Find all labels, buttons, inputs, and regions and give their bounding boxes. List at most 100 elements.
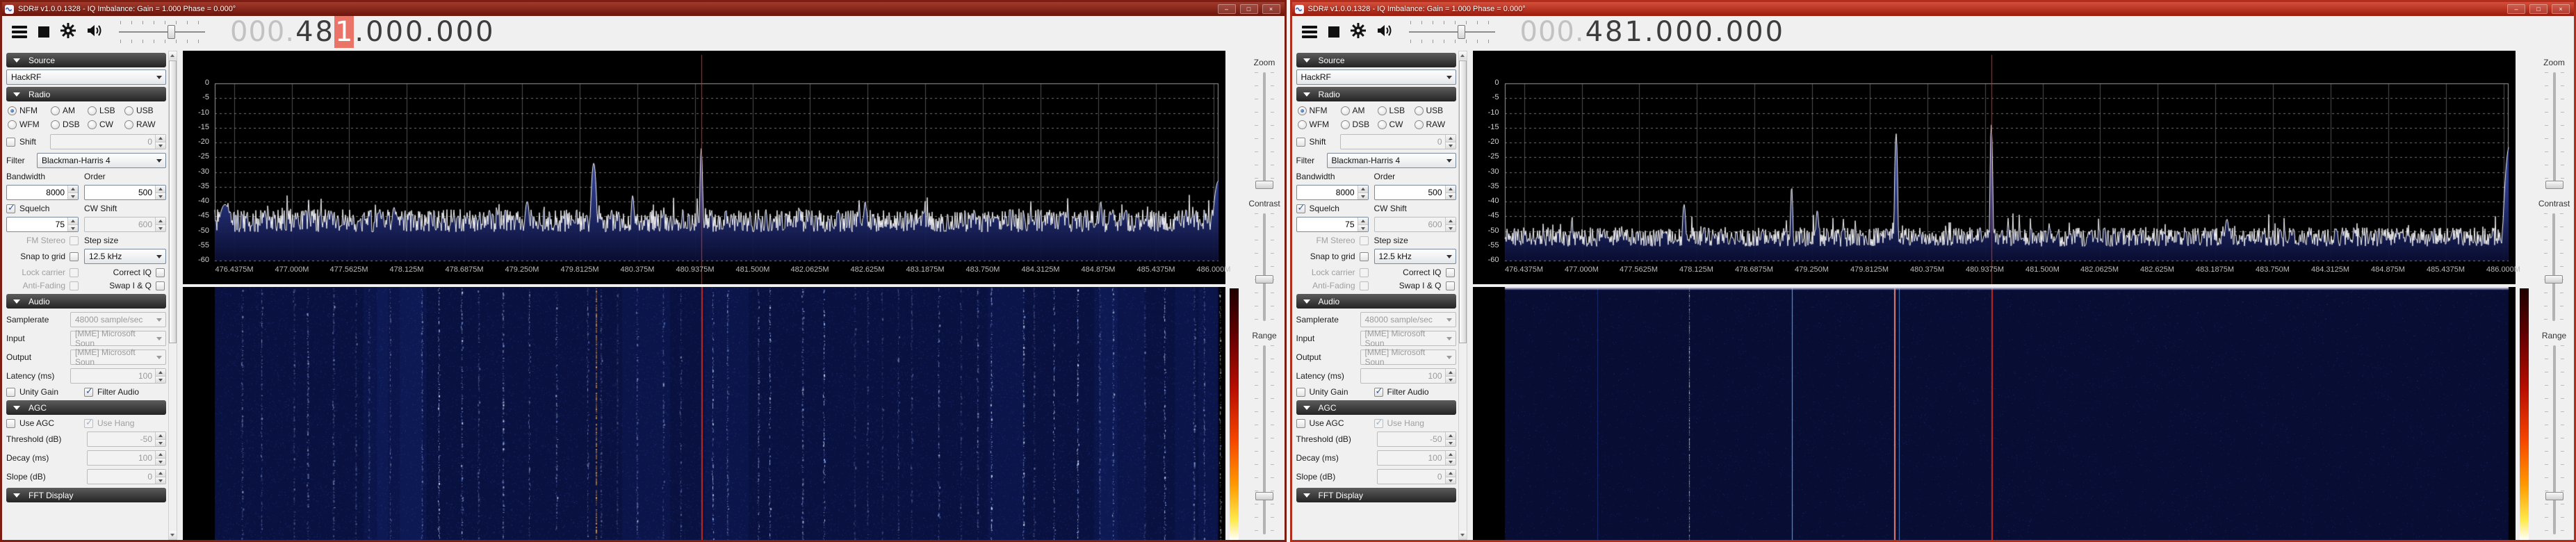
spin-up-icon[interactable]: [156, 217, 165, 225]
maximize-button[interactable]: □: [1240, 4, 1258, 14]
radio-panel-header[interactable]: Radio: [6, 87, 166, 101]
mode-dsb[interactable]: DSB: [51, 120, 88, 129]
zoom-slider-thumb[interactable]: [1255, 181, 1273, 189]
stop-button[interactable]: [1328, 26, 1339, 38]
spin-up-icon[interactable]: [1446, 217, 1456, 225]
waterfall-display[interactable]: [183, 287, 1225, 540]
scroll-down-icon[interactable]: [169, 531, 177, 539]
menu-button[interactable]: [1302, 26, 1317, 38]
title-bar[interactable]: SDR# v1.0.0.1328 - IQ Imbalance: Gain = …: [1292, 2, 2575, 16]
frequency-digits[interactable]: 481.000.000: [295, 18, 495, 46]
squelch-input[interactable]: 75: [6, 217, 79, 232]
frequency-display[interactable]: 000. 481.000.000: [1520, 18, 1785, 46]
spin-up-icon[interactable]: [156, 186, 165, 193]
mode-wfm[interactable]: WFM: [1298, 120, 1341, 129]
spectrum-analyzer[interactable]: 0-5-10-15-20-25-30-35-40-45-50-55-60476.…: [1473, 51, 2516, 284]
squelch-checkbox[interactable]: [6, 204, 15, 213]
spectrum-analyzer[interactable]: 0-5-10-15-20-25-30-35-40-45-50-55-60476.…: [183, 51, 1225, 284]
mode-wfm[interactable]: WFM: [8, 120, 51, 129]
spin-down-icon[interactable]: [68, 193, 78, 200]
waterfall-canvas[interactable]: [1473, 287, 2516, 540]
mode-usb[interactable]: USB: [1415, 106, 1456, 115]
mode-nfm[interactable]: NFM: [1298, 106, 1341, 115]
mode-raw[interactable]: RAW: [124, 120, 166, 129]
mode-usb[interactable]: USB: [124, 106, 166, 115]
frequency-digit[interactable]: 8: [1604, 16, 1624, 48]
stop-button[interactable]: [38, 26, 49, 38]
spin-up-icon[interactable]: [68, 186, 78, 193]
correct-iq-checkbox[interactable]: [1446, 268, 1455, 277]
mode-dsb[interactable]: DSB: [1341, 120, 1378, 129]
frequency-display[interactable]: 000. 481.000.000: [230, 18, 495, 46]
correct-iq-checkbox[interactable]: [156, 268, 165, 277]
shift-checkbox[interactable]: [6, 138, 15, 147]
frequency-digit[interactable]: 1: [334, 16, 354, 48]
contrast-slider[interactable]: Contrast: [1248, 199, 1280, 321]
minimize-button[interactable]: –: [1218, 4, 1236, 14]
mode-am[interactable]: AM: [51, 106, 88, 115]
step-size-select[interactable]: 12.5 kHz: [84, 249, 166, 264]
range-slider[interactable]: Range: [1252, 331, 1276, 534]
spectrum-canvas[interactable]: [183, 51, 1225, 284]
spin-up-icon[interactable]: [1358, 217, 1368, 225]
sidebar-scrollbar[interactable]: [1458, 51, 1467, 540]
bandwidth-input[interactable]: 8000: [6, 185, 79, 200]
use-agc-checkbox[interactable]: [6, 419, 15, 428]
radio-panel-header[interactable]: Radio: [1296, 87, 1456, 101]
squelch-checkbox[interactable]: [1296, 204, 1305, 213]
scrollbar-thumb[interactable]: [169, 60, 177, 343]
frequency-digit[interactable]: 1: [1624, 16, 1643, 48]
source-panel-header[interactable]: Source: [1296, 53, 1456, 67]
frequency-digit[interactable]: 0: [385, 16, 405, 48]
order-input[interactable]: 500: [1374, 185, 1456, 200]
source-device-select[interactable]: HackRF: [1296, 69, 1456, 85]
frequency-digit[interactable]: .: [1714, 16, 1725, 48]
order-input[interactable]: 500: [84, 185, 166, 200]
contrast-slider-thumb[interactable]: [1255, 275, 1273, 284]
spectrum-canvas[interactable]: [1473, 51, 2516, 284]
mode-raw[interactable]: RAW: [1415, 120, 1456, 129]
mode-am[interactable]: AM: [1341, 106, 1378, 115]
filter-select[interactable]: Blackman-Harris 4: [37, 153, 166, 168]
spin-down-icon[interactable]: [1446, 225, 1456, 232]
step-size-select[interactable]: 12.5 kHz: [1374, 249, 1456, 264]
shift-checkbox[interactable]: [1296, 138, 1305, 147]
spin-up-icon[interactable]: [156, 135, 165, 142]
sidebar-scrollbar[interactable]: [168, 51, 177, 540]
cw-shift-input[interactable]: 600: [1374, 217, 1456, 232]
frequency-digit[interactable]: 4: [1585, 16, 1604, 48]
zoom-slider-thumb[interactable]: [2545, 181, 2563, 189]
scroll-down-icon[interactable]: [1459, 531, 1467, 539]
bandwidth-input[interactable]: 8000: [1296, 185, 1369, 200]
spin-down-icon[interactable]: [156, 193, 165, 200]
frequency-digit[interactable]: .: [1644, 16, 1655, 48]
audio-mute-button[interactable]: [1377, 23, 1394, 42]
settings-button[interactable]: [60, 23, 76, 42]
spin-down-icon[interactable]: [156, 225, 165, 232]
frequency-digit[interactable]: .: [425, 16, 436, 48]
audio-panel-header[interactable]: Audio: [6, 294, 166, 309]
shift-input[interactable]: 0: [50, 134, 166, 149]
volume-slider[interactable]: [117, 20, 206, 44]
agc-panel-header[interactable]: AGC: [1296, 400, 1456, 415]
spin-down-icon[interactable]: [156, 142, 165, 149]
maximize-button[interactable]: □: [2529, 4, 2548, 14]
zoom-slider[interactable]: Zoom: [2543, 58, 2565, 189]
contrast-slider[interactable]: Contrast: [2538, 199, 2570, 321]
frequency-digit[interactable]: 0: [1695, 16, 1714, 48]
frequency-digit[interactable]: 0: [455, 16, 475, 48]
volume-slider-thumb[interactable]: [1458, 25, 1465, 39]
agc-panel-header[interactable]: AGC: [6, 400, 166, 415]
mode-cw[interactable]: CW: [88, 120, 124, 129]
frequency-digit[interactable]: 0: [1765, 16, 1784, 48]
frequency-digit[interactable]: 0: [1745, 16, 1764, 48]
waterfall-display[interactable]: [1473, 287, 2516, 540]
waterfall-canvas[interactable]: [183, 287, 1225, 540]
frequency-digits[interactable]: 481.000.000: [1585, 18, 1785, 46]
filter-audio-checkbox[interactable]: [84, 388, 93, 397]
squelch-input[interactable]: 75: [1296, 217, 1369, 232]
audio-panel-header[interactable]: Audio: [1296, 294, 1456, 309]
settings-button[interactable]: [1351, 23, 1366, 42]
spin-down-icon[interactable]: [1358, 193, 1368, 200]
spin-down-icon[interactable]: [1446, 142, 1456, 149]
